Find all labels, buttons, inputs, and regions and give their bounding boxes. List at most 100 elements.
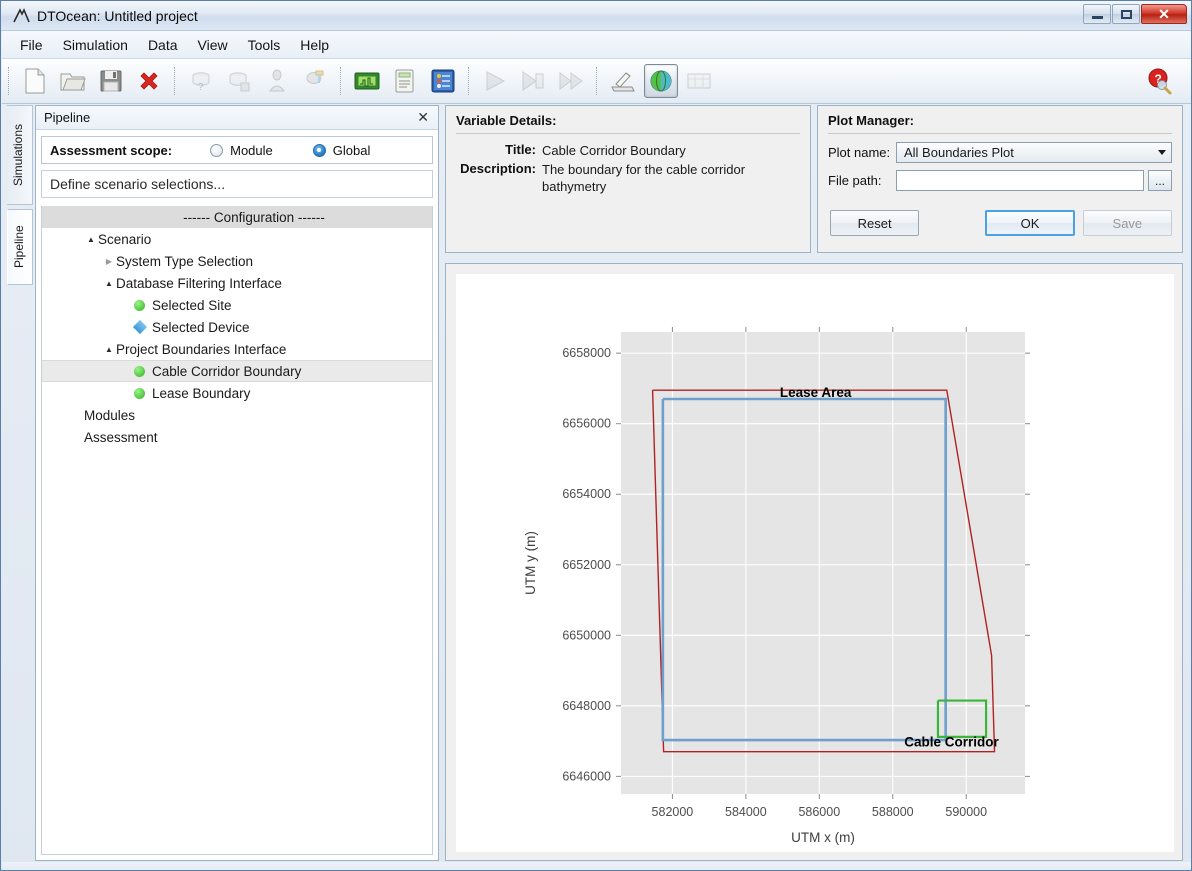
reset-button[interactable]: Reset bbox=[830, 210, 919, 236]
tree-item-modules[interactable]: Modules bbox=[42, 404, 432, 426]
radio-module[interactable]: Module bbox=[210, 143, 273, 158]
new-project-icon[interactable] bbox=[18, 64, 52, 98]
toolbar-separator bbox=[340, 67, 342, 95]
variable-details-panel: Variable Details: Title: Cable Corridor … bbox=[445, 105, 811, 253]
tree-item-label: Modules bbox=[84, 408, 135, 423]
radio-module-label: Module bbox=[230, 143, 273, 158]
title-bar: DTOcean: Untitled project ✕ bbox=[1, 1, 1192, 31]
tree-item-project-boundaries-interface[interactable]: ▲ Project Boundaries Interface bbox=[42, 338, 432, 360]
tree-item-lease-boundary[interactable]: Lease Boundary bbox=[42, 382, 432, 404]
tool-bar: ? bbox=[2, 59, 1192, 104]
tab-pipeline[interactable]: Pipeline bbox=[7, 209, 33, 285]
ok-button[interactable]: OK bbox=[985, 210, 1074, 236]
database-query-icon[interactable]: ? bbox=[184, 64, 218, 98]
browse-button[interactable]: ... bbox=[1148, 170, 1172, 191]
window-controls: ✕ bbox=[1083, 4, 1187, 24]
database-dump-icon[interactable] bbox=[260, 64, 294, 98]
database-load-icon[interactable] bbox=[298, 64, 332, 98]
globe-plot-icon[interactable] bbox=[644, 64, 678, 98]
comparison-icon[interactable] bbox=[682, 64, 716, 98]
file-path-label: File path: bbox=[828, 173, 896, 188]
close-project-icon[interactable] bbox=[132, 64, 166, 98]
plot-name-select[interactable]: All Boundaries Plot bbox=[896, 142, 1172, 163]
report-icon[interactable] bbox=[388, 64, 422, 98]
menu-data[interactable]: Data bbox=[138, 34, 188, 56]
menu-file[interactable]: File bbox=[10, 34, 53, 56]
tree-item-system-type-selection[interactable]: ▶ System Type Selection bbox=[42, 250, 432, 272]
variable-description-row: Description: The boundary for the cable … bbox=[456, 161, 800, 195]
plot-manager-panel: Plot Manager: Plot name: All Boundaries … bbox=[817, 105, 1183, 253]
tree-item-cable-corridor-boundary[interactable]: Cable Corridor Boundary bbox=[42, 360, 432, 382]
tree-item-database-filtering-interface[interactable]: ▲ Database Filtering Interface bbox=[42, 272, 432, 294]
tree-item-label: Lease Boundary bbox=[152, 386, 250, 401]
svg-text:Cable Corridor: Cable Corridor bbox=[904, 734, 999, 749]
chevron-down-icon[interactable]: ▲ bbox=[102, 345, 116, 354]
menu-help[interactable]: Help bbox=[290, 34, 339, 56]
file-path-input[interactable] bbox=[896, 170, 1144, 191]
svg-text:584000: 584000 bbox=[725, 805, 767, 819]
svg-text:?: ? bbox=[198, 82, 204, 93]
tree-item-selected-site[interactable]: Selected Site bbox=[42, 294, 432, 316]
chevron-right-icon[interactable]: ▶ bbox=[102, 257, 116, 266]
run-step-icon[interactable] bbox=[516, 64, 550, 98]
pipeline-header: Pipeline ✕ bbox=[36, 106, 438, 130]
minimize-button[interactable] bbox=[1083, 4, 1111, 24]
tree-item-label: Cable Corridor Boundary bbox=[152, 364, 301, 379]
open-project-icon[interactable] bbox=[56, 64, 90, 98]
maximize-button[interactable] bbox=[1112, 4, 1140, 24]
status-diamond-blue-icon bbox=[133, 320, 147, 334]
svg-text:590000: 590000 bbox=[945, 805, 987, 819]
edit-plot-icon[interactable] bbox=[606, 64, 640, 98]
pipeline-view-icon[interactable] bbox=[426, 64, 460, 98]
tab-simulations[interactable]: Simulations bbox=[7, 105, 33, 205]
svg-text:6652000: 6652000 bbox=[562, 558, 611, 572]
status-dot-green-icon bbox=[134, 366, 145, 377]
close-icon[interactable]: ✕ bbox=[414, 109, 432, 126]
status-dot-green-icon bbox=[134, 388, 145, 399]
tree-item-label: Database Filtering Interface bbox=[116, 276, 282, 291]
plot-name-value: All Boundaries Plot bbox=[904, 145, 1014, 160]
chevron-down-icon[interactable]: ▲ bbox=[84, 235, 98, 244]
database-select-icon[interactable] bbox=[222, 64, 256, 98]
save-project-icon[interactable] bbox=[94, 64, 128, 98]
save-button[interactable]: Save bbox=[1083, 210, 1172, 236]
plot-canvas[interactable]: 6646000664800066500006652000665400066560… bbox=[456, 274, 1174, 852]
close-button[interactable]: ✕ bbox=[1141, 4, 1187, 24]
variable-title-row: Title: Cable Corridor Boundary bbox=[456, 142, 800, 159]
help-search-icon[interactable]: ? bbox=[1142, 64, 1176, 98]
tree-item-scenario[interactable]: ▲ Scenario bbox=[42, 228, 432, 250]
tree-item-label: Project Boundaries Interface bbox=[116, 342, 286, 357]
plot-panel: 6646000664800066500006652000665400066560… bbox=[445, 263, 1183, 861]
scenario-prompt[interactable]: Define scenario selections... bbox=[41, 170, 433, 198]
run-all-icon[interactable] bbox=[554, 64, 588, 98]
variable-description-value: The boundary for the cable corridor bath… bbox=[542, 161, 752, 195]
tree-item-assessment[interactable]: Assessment bbox=[42, 426, 432, 448]
menu-tools[interactable]: Tools bbox=[238, 34, 291, 56]
radio-module-button[interactable] bbox=[210, 144, 223, 157]
status-bar bbox=[2, 862, 1192, 870]
menu-simulation[interactable]: Simulation bbox=[53, 34, 138, 56]
svg-text:6658000: 6658000 bbox=[562, 346, 611, 360]
status-dot-green-icon bbox=[134, 300, 145, 311]
dtocean-logo-icon bbox=[11, 7, 31, 25]
pipeline-panel: Pipeline ✕ Assessment scope: Module Glob… bbox=[35, 105, 439, 861]
run-icon[interactable] bbox=[478, 64, 512, 98]
data-table-icon[interactable] bbox=[350, 64, 384, 98]
variable-title-key: Title: bbox=[456, 142, 542, 159]
menu-view[interactable]: View bbox=[188, 34, 238, 56]
assessment-scope-row: Assessment scope: Module Global bbox=[41, 136, 433, 164]
tree-item-selected-device[interactable]: Selected Device bbox=[42, 316, 432, 338]
radio-global-button[interactable] bbox=[313, 144, 326, 157]
tree-item-label: System Type Selection bbox=[116, 254, 253, 269]
boundaries-plot: 6646000664800066500006652000665400066560… bbox=[456, 274, 1174, 852]
radio-global[interactable]: Global bbox=[313, 143, 371, 158]
assessment-scope-label: Assessment scope: bbox=[50, 143, 172, 158]
svg-text:582000: 582000 bbox=[652, 805, 694, 819]
plot-manager-buttons: Reset OK Save bbox=[828, 210, 1172, 236]
svg-text:UTM y (m): UTM y (m) bbox=[523, 531, 538, 595]
pipeline-title: Pipeline bbox=[44, 110, 90, 125]
pipeline-tree: ------ Configuration ------ ▲ Scenario ▶… bbox=[41, 206, 433, 855]
chevron-down-icon[interactable]: ▲ bbox=[102, 279, 116, 288]
svg-text:6648000: 6648000 bbox=[562, 699, 611, 713]
vertical-tab-strip: Simulations Pipeline bbox=[7, 105, 33, 865]
